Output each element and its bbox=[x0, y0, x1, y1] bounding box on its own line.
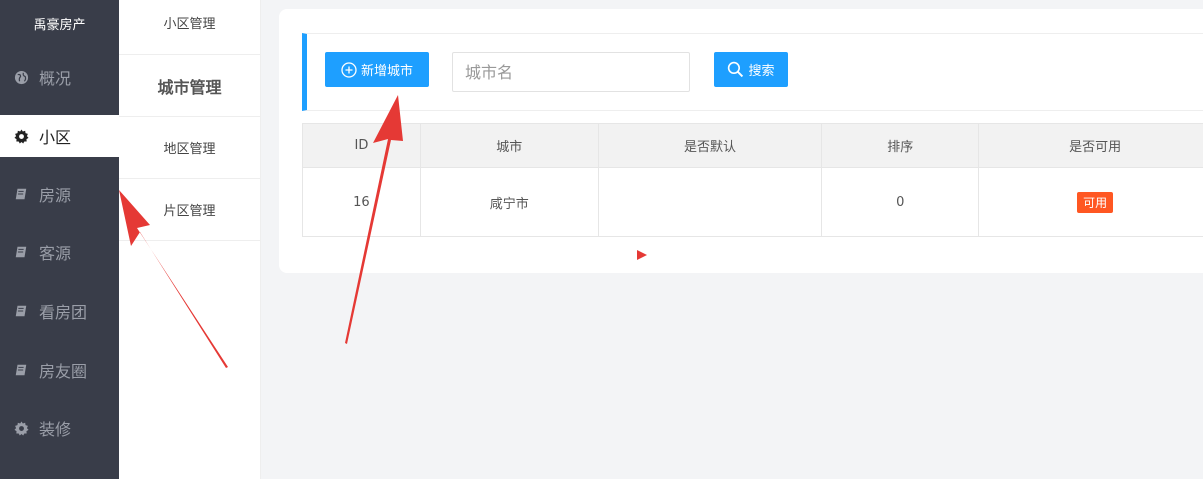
sidebar-item-clients[interactable]: 客源 bbox=[0, 231, 119, 273]
sidebar-item-viewing-group[interactable]: 看房团 bbox=[0, 290, 119, 332]
search-button[interactable]: 搜索 bbox=[714, 52, 788, 87]
column-header-sort: 排序 bbox=[821, 123, 980, 168]
sidebar-item-community[interactable]: 小区 bbox=[0, 115, 119, 157]
main-sidebar: 禹豪房产 概况 小区 房源 客源 看房团 房友圈 装修 bbox=[0, 0, 119, 479]
sidebar-item-label: 房友圈 bbox=[39, 362, 88, 381]
sidebar-item-label: 看房团 bbox=[39, 303, 88, 322]
column-header-id: ID bbox=[302, 123, 421, 168]
book-icon bbox=[13, 362, 29, 378]
column-header-available: 是否可用 bbox=[978, 123, 1203, 168]
sidebar-item-label: 装修 bbox=[39, 420, 72, 439]
cell-default bbox=[597, 167, 823, 237]
gear-icon bbox=[13, 128, 29, 144]
sidebar-item-overview[interactable]: 概况 bbox=[0, 56, 119, 98]
globe-icon bbox=[13, 69, 29, 85]
submenu-item-community-manage[interactable]: 小区管理 bbox=[119, 0, 260, 55]
sidebar-item-label: 客源 bbox=[39, 244, 72, 263]
sidebar-item-label: 概况 bbox=[39, 69, 72, 88]
gear-icon bbox=[13, 420, 29, 436]
search-icon bbox=[727, 61, 744, 78]
sidebar-item-label: 房源 bbox=[39, 186, 72, 205]
play-triangle-icon bbox=[637, 250, 647, 260]
submenu-item-region-manage[interactable]: 地区管理 bbox=[119, 117, 260, 179]
add-city-label: 新增城市 bbox=[360, 64, 413, 79]
add-city-button[interactable]: 新增城市 bbox=[325, 52, 429, 87]
table-row[interactable]: 16 咸宁市 0 可用 bbox=[302, 167, 1203, 237]
column-header-city: 城市 bbox=[419, 123, 599, 168]
book-icon bbox=[13, 303, 29, 319]
sidebar-item-friends-circle[interactable]: 房友圈 bbox=[0, 349, 119, 391]
city-search-input[interactable] bbox=[452, 52, 690, 92]
sidebar-item-label: 小区 bbox=[39, 128, 72, 147]
cell-sort: 0 bbox=[821, 167, 980, 237]
city-table: ID 城市 是否默认 排序 是否可用 16 咸宁市 0 可用 bbox=[302, 123, 1203, 237]
submenu-item-area-manage[interactable]: 片区管理 bbox=[119, 179, 260, 241]
cell-id: 16 bbox=[302, 167, 421, 237]
search-label: 搜索 bbox=[748, 64, 775, 79]
status-badge[interactable]: 可用 bbox=[1077, 191, 1114, 213]
sub-menu: 小区管理 城市管理 地区管理 片区管理 bbox=[119, 0, 261, 479]
submenu-item-city-manage[interactable]: 城市管理 bbox=[119, 55, 260, 117]
cell-available: 可用 bbox=[978, 167, 1203, 237]
book-icon bbox=[13, 186, 29, 202]
sidebar-item-decoration[interactable]: 装修 bbox=[0, 407, 119, 449]
book-icon bbox=[13, 244, 29, 260]
brand-title: 禹豪房产 bbox=[33, 17, 86, 33]
plus-circle-icon bbox=[341, 61, 357, 78]
cell-city: 咸宁市 bbox=[419, 167, 599, 237]
table-header-row: ID 城市 是否默认 排序 是否可用 bbox=[302, 123, 1203, 168]
sidebar-item-listings[interactable]: 房源 bbox=[0, 173, 119, 215]
column-header-default: 是否默认 bbox=[597, 123, 823, 168]
